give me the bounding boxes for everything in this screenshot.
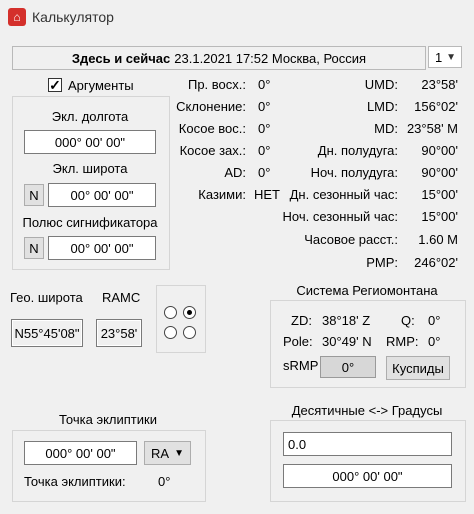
geo-latitude-value: N55°45'08" xyxy=(11,319,83,347)
chart-number-select[interactable]: 1 ▼ xyxy=(428,46,462,68)
ecl-latitude-label: Экл. широта xyxy=(52,161,128,176)
stat-label: Косое зах.: xyxy=(179,143,246,158)
app-logo-icon: ⌂ xyxy=(8,8,26,26)
rmp-value: 0° xyxy=(428,334,441,349)
stat-value: 0° xyxy=(258,99,271,114)
stat-label: PMP: xyxy=(366,255,398,270)
pole-label: Pole: xyxy=(283,334,313,349)
srmp-label: sRMP xyxy=(283,358,319,373)
arguments-label: Аргументы xyxy=(68,78,134,93)
stat-value: 0° xyxy=(258,143,271,158)
view-radio-2[interactable] xyxy=(183,306,196,319)
degrees-input[interactable]: 000° 00' 00" xyxy=(283,464,452,488)
ramc-label: RAMC xyxy=(102,290,141,305)
ecl-latitude-ns-button[interactable]: N xyxy=(24,184,44,206)
stat-value: 23°58' M xyxy=(406,121,458,136)
stat-value: 1.60 M xyxy=(418,232,458,247)
stat-value: 23°58' xyxy=(421,77,458,92)
stat-label: AD: xyxy=(224,165,246,180)
stat-label: MD: xyxy=(374,121,398,136)
decimal-degrees-title: Десятичные <-> Градусы xyxy=(291,403,443,418)
stat-label: Косое вос.: xyxy=(178,121,246,136)
view-radio-4[interactable] xyxy=(183,326,196,339)
ramc-value: 23°58' xyxy=(96,319,142,347)
rmp-label: RMP: xyxy=(386,334,419,349)
ecl-latitude-input[interactable]: 00° 00' 00" xyxy=(48,183,156,207)
chart-number-value: 1 xyxy=(435,49,443,65)
q-label: Q: xyxy=(401,313,415,328)
here-and-now-label: Здесь и сейчас xyxy=(71,50,171,66)
here-and-now-bar[interactable]: Здесь и сейчас 23.1.2021 17:52 Москва, Р… xyxy=(12,46,426,70)
stat-label: Склонение: xyxy=(176,99,246,114)
ecliptic-mode-select[interactable]: RA ▼ xyxy=(144,441,191,465)
arguments-checkbox[interactable]: ✓ xyxy=(48,78,62,92)
ecliptic-point-result-label: Точка эклиптики: xyxy=(24,474,126,489)
ecliptic-point-result-value: 0° xyxy=(158,474,171,489)
ecl-longitude-label: Экл. долгота xyxy=(51,109,129,124)
stat-value: 0° xyxy=(258,121,271,136)
view-radio-3[interactable] xyxy=(164,326,177,339)
geo-latitude-label: Гео. широта xyxy=(10,290,83,305)
decimal-input[interactable]: 0.0 xyxy=(283,432,452,456)
significator-pole-label: Полюс сигнификатора xyxy=(22,215,158,230)
cusps-button[interactable]: Куспиды xyxy=(386,356,450,380)
view-radio-group xyxy=(156,285,206,353)
stat-label: Пр. восх.: xyxy=(187,77,246,92)
stat-label: LMD: xyxy=(366,99,398,114)
view-radio-1[interactable] xyxy=(164,306,177,319)
chevron-down-icon: ▼ xyxy=(174,448,184,459)
stat-value: НЕТ xyxy=(254,187,280,202)
pole-ns-button[interactable]: N xyxy=(24,237,44,259)
stat-label: Ноч. полудуга: xyxy=(310,165,398,180)
stat-label: Часовое расст.: xyxy=(304,232,398,247)
chevron-down-icon: ▼ xyxy=(446,52,456,63)
stat-value: 90°00' xyxy=(421,165,458,180)
stat-value: 246°02' xyxy=(414,255,458,270)
stat-label: Ноч. сезонный час: xyxy=(282,209,398,224)
zd-label: ZD: xyxy=(291,313,312,328)
ecl-longitude-input[interactable]: 000° 00' 00" xyxy=(24,130,156,154)
stat-value: 0° xyxy=(258,77,271,92)
ecliptic-mode-value: RA xyxy=(151,445,170,461)
srmp-value: 0° xyxy=(320,356,376,378)
zd-value: 38°18' Z xyxy=(322,313,371,328)
ecliptic-point-title: Точка эклиптики xyxy=(59,412,157,427)
regiomontanus-title: Система Региомонтана xyxy=(296,283,438,298)
pole-input[interactable]: 00° 00' 00" xyxy=(48,236,156,260)
ecliptic-point-input[interactable]: 000° 00' 00" xyxy=(24,441,137,465)
stat-value: 15°00' xyxy=(421,187,458,202)
stat-value: 90°00' xyxy=(421,143,458,158)
stat-label: Дн. сезонный час: xyxy=(289,187,398,202)
stat-label: UMD: xyxy=(364,77,398,92)
q-value: 0° xyxy=(428,313,441,328)
stat-value: 0° xyxy=(258,165,271,180)
stat-label: Дн. полудуга: xyxy=(317,143,398,158)
stat-label: Казими: xyxy=(198,187,246,202)
window-title: Калькулятор xyxy=(32,9,114,25)
here-and-now-value: 23.1.2021 17:52 Москва, Россия xyxy=(174,50,367,66)
stat-value: 156°02' xyxy=(414,99,458,114)
pole-value: 30°49' N xyxy=(322,334,372,349)
stat-value: 15°00' xyxy=(421,209,458,224)
